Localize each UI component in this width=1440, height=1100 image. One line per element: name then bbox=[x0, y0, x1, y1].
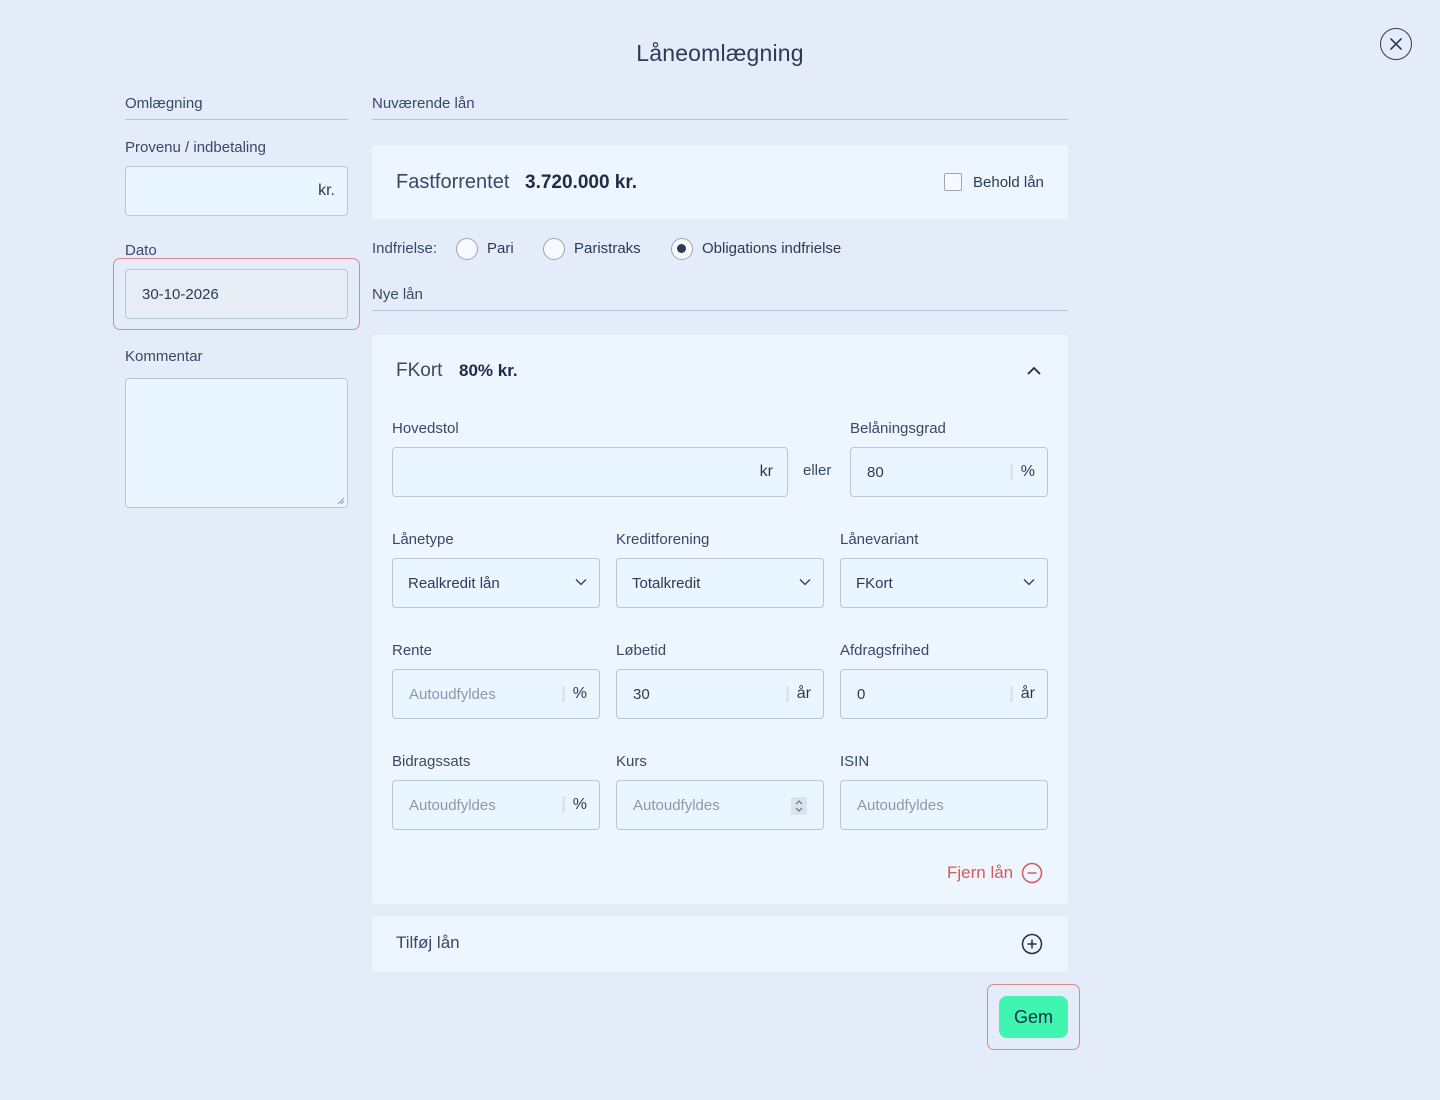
hovedstol-label: Hovedstol bbox=[392, 420, 459, 437]
resize-handle-icon[interactable] bbox=[337, 497, 345, 505]
new-loan-amount: 80% kr. bbox=[459, 361, 518, 380]
belaaningsgrad-field[interactable]: 80 % bbox=[850, 447, 1048, 497]
radio-obligations-indfrielse[interactable] bbox=[671, 238, 693, 260]
add-loan-label: Tilføj lån bbox=[396, 933, 460, 952]
chevron-down-icon bbox=[799, 579, 811, 586]
remove-loan-button[interactable]: Fjern lån bbox=[947, 862, 1043, 884]
dato-value: 30-10-2026 bbox=[142, 285, 219, 303]
hovedstol-field[interactable]: kr bbox=[392, 447, 788, 497]
laanevariant-label: Lånevariant bbox=[840, 531, 919, 548]
kommentar-textarea[interactable] bbox=[125, 378, 348, 508]
belaaningsgrad-value: 80 bbox=[867, 463, 884, 481]
kreditforening-label: Kreditforening bbox=[616, 531, 710, 548]
radio-pari[interactable] bbox=[456, 238, 478, 260]
eller-label: eller bbox=[803, 462, 832, 479]
kreditforening-value: Totalkredit bbox=[632, 574, 701, 592]
section-omlaegning: Omlægning bbox=[125, 95, 348, 120]
belaaningsgrad-unit: % bbox=[1009, 464, 1047, 480]
section-nye-laan: Nye lån bbox=[372, 286, 1068, 311]
kommentar-label: Kommentar bbox=[125, 348, 203, 365]
kommentar-value bbox=[126, 379, 347, 391]
current-loan-amount: 3.720.000 kr. bbox=[525, 172, 637, 193]
add-loan-card[interactable]: Tilføj lån bbox=[372, 916, 1068, 972]
loebetid-label: Løbetid bbox=[616, 642, 667, 659]
plus-circle-icon bbox=[1021, 933, 1043, 955]
laanetype-label: Lånetype bbox=[392, 531, 454, 548]
laanevariant-select[interactable]: FKort bbox=[840, 558, 1048, 608]
hovedstol-unit: kr bbox=[759, 463, 773, 480]
afdragsfrihed-field[interactable]: 0 år bbox=[840, 669, 1048, 719]
bidragssats-label: Bidragssats bbox=[392, 753, 471, 770]
minus-circle-icon bbox=[1021, 862, 1043, 884]
kurs-stepper[interactable] bbox=[791, 797, 807, 815]
close-icon bbox=[1390, 38, 1402, 50]
radio-pari-label: Pari bbox=[487, 240, 514, 257]
chevron-up-icon[interactable] bbox=[1027, 366, 1041, 375]
provenu-unit: kr. bbox=[318, 182, 335, 199]
bidragssats-field[interactable]: Autoudfyldes % bbox=[392, 780, 600, 830]
modal-title: Låneomlægning bbox=[636, 40, 804, 66]
current-loan-type: Fastforrentet bbox=[396, 171, 510, 193]
behold-laan-label: Behold lån bbox=[973, 174, 1044, 191]
rente-placeholder: Autoudfyldes bbox=[409, 685, 496, 703]
dato-label: Dato bbox=[125, 242, 157, 259]
indfrielse-label: Indfrielse: bbox=[372, 240, 438, 257]
rente-unit: % bbox=[561, 686, 599, 702]
provenu-label: Provenu / indbetaling bbox=[125, 139, 266, 156]
dato-field[interactable]: 30-10-2026 bbox=[125, 269, 348, 319]
stepper-arrows-icon bbox=[795, 800, 803, 812]
afdragsfrihed-unit: år bbox=[1009, 686, 1047, 702]
loebetid-value: 30 bbox=[633, 685, 650, 703]
radio-obligations-indfrielse-label: Obligations indfrielse bbox=[702, 240, 842, 257]
behold-laan-checkbox[interactable] bbox=[944, 173, 962, 191]
rente-label: Rente bbox=[392, 642, 433, 659]
remove-loan-label: Fjern lån bbox=[947, 863, 1014, 882]
bidragssats-unit: % bbox=[561, 797, 599, 813]
new-loan-name: FKort bbox=[396, 360, 443, 381]
loebetid-unit: år bbox=[785, 686, 823, 702]
rente-field[interactable]: Autoudfyldes % bbox=[392, 669, 600, 719]
isin-label: ISIN bbox=[840, 753, 870, 770]
radio-paristraks-label: Paristraks bbox=[574, 240, 641, 257]
isin-field[interactable]: Autoudfyldes bbox=[840, 780, 1048, 830]
belaaningsgrad-label: Belåningsgrad bbox=[850, 420, 946, 437]
kurs-field[interactable]: Autoudfyldes bbox=[616, 780, 824, 830]
radio-paristraks[interactable] bbox=[543, 238, 565, 260]
afdragsfrihed-value: 0 bbox=[857, 685, 866, 703]
provenu-field[interactable]: kr. bbox=[125, 166, 348, 216]
chevron-down-icon bbox=[575, 579, 587, 586]
loebetid-field[interactable]: 30 år bbox=[616, 669, 824, 719]
bidragssats-placeholder: Autoudfyldes bbox=[409, 796, 496, 814]
laanetype-select[interactable]: Realkredit lån bbox=[392, 558, 600, 608]
chevron-down-icon bbox=[1023, 579, 1035, 586]
afdragsfrihed-label: Afdragsfrihed bbox=[840, 642, 930, 659]
laanevariant-value: FKort bbox=[856, 574, 893, 592]
close-button[interactable] bbox=[1380, 28, 1412, 60]
save-button[interactable]: Gem bbox=[999, 996, 1068, 1038]
current-loan-card: Fastforrentet 3.720.000 kr. Behold lån bbox=[372, 145, 1068, 219]
kurs-label: Kurs bbox=[616, 753, 647, 770]
laanetype-value: Realkredit lån bbox=[408, 574, 500, 592]
section-nuvaerende-laan: Nuværende lån bbox=[372, 95, 1068, 120]
isin-placeholder: Autoudfyldes bbox=[857, 796, 944, 814]
kreditforening-select[interactable]: Totalkredit bbox=[616, 558, 824, 608]
